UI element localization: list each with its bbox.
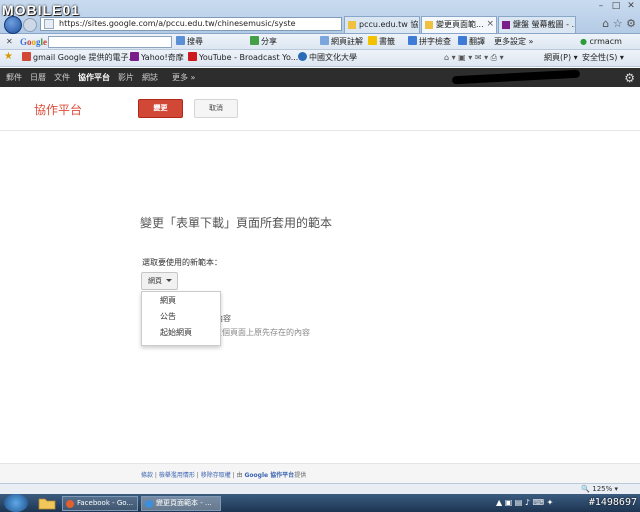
site-header: 協作平台 變更 取消 (0, 87, 640, 131)
tab-label: pccu.edu.tw 協... (359, 20, 420, 29)
toolbar-more-settings[interactable]: 更多設定 » (494, 36, 533, 48)
home-icon[interactable]: ⌂ ☆ ⚙ (602, 17, 636, 30)
change-button[interactable]: 變更 (138, 99, 183, 118)
spellcheck-icon (408, 36, 417, 45)
footer-powered-suffix: 提供 (294, 472, 307, 479)
page-icon (425, 21, 433, 29)
safety-menu[interactable]: 安全性(S) ▾ (582, 52, 624, 64)
toolbar-translate-button[interactable]: 翻譯 (458, 36, 485, 48)
page-icon (348, 21, 356, 29)
favorites-bar: ★ gmail Google 提供的電子... Yahoo!奇摩 YouTube… (0, 50, 640, 67)
tab-label: 鍵盤 螢幕截圖 - ... (513, 20, 576, 29)
system-tray: ▲ ▣ ▤ ♪ ⌨ ✦ (496, 498, 554, 507)
taskbar-ie[interactable]: 變更頁面範本 - ... (141, 496, 221, 511)
tab-keyboard[interactable]: 鍵盤 螢幕截圖 - ... (498, 16, 576, 33)
youtube-icon (188, 52, 197, 61)
start-button[interactable] (4, 494, 28, 512)
google-logo: Google (20, 37, 48, 47)
toolbar-search-input[interactable] (48, 36, 172, 48)
back-button[interactable] (4, 16, 22, 34)
folder-icon[interactable] (38, 496, 58, 511)
ie-icon (298, 52, 307, 61)
close-toolbar-icon[interactable]: ✕ (6, 36, 13, 48)
taskbar-task-label: 變更頁面範本 - ... (156, 499, 212, 507)
dropdown-option-start-page[interactable]: 起始網頁 (142, 325, 220, 341)
gbar-mail[interactable]: 郵件 (6, 72, 22, 83)
footer-terms-link[interactable]: 條款 (141, 472, 153, 479)
tab-label: 變更頁面範... (436, 20, 484, 29)
template-dropdown-menu: 網頁 公告 起始網頁 (141, 291, 221, 346)
minimize-icon[interactable]: – (594, 0, 608, 12)
close-icon[interactable]: × (486, 17, 494, 32)
forward-button[interactable] (23, 18, 37, 32)
toolbar-bookmarks-button[interactable]: 書籤 (368, 36, 395, 48)
footer-links: 條款 | 檢舉濫用情形 | 移除存取權 | 由 Google 協作平台提供 (141, 472, 307, 479)
template-select[interactable]: 網頁 (141, 272, 178, 290)
google-toolbar: ✕ Google 搜尋 分享 網頁註解 書籤 拼字檢查 翻譯 更多設定 » ● … (0, 34, 640, 50)
firefox-icon (66, 500, 74, 508)
toolbar-notes-button[interactable]: 網頁註解 (320, 36, 363, 48)
address-text: https://sites.google.com/a/pccu.edu.tw/c… (59, 19, 296, 28)
cancel-button[interactable]: 取消 (194, 99, 238, 118)
address-bar[interactable]: https://sites.google.com/a/pccu.edu.tw/c… (40, 17, 342, 31)
page-footer: 條款 | 檢舉濫用情形 | 移除存取權 | 由 Google 協作平台提供 (0, 463, 640, 483)
close-window-icon[interactable]: ✕ (624, 0, 638, 12)
toolbar-share-button[interactable]: 分享 (250, 36, 277, 48)
gbar-calendar[interactable]: 日曆 (30, 72, 46, 83)
dropdown-option-webpage[interactable]: 網頁 (142, 293, 220, 309)
tab-pccu[interactable]: pccu.edu.tw 協... (344, 16, 420, 33)
chevron-down-icon (166, 279, 172, 282)
google-bar: 郵件 日曆 文件 協作平台 影片 網誌 更多 » ⚙ (0, 68, 640, 87)
taskbar-facebook[interactable]: Facebook - Go... (62, 496, 138, 511)
gmail-icon (22, 52, 31, 61)
window-controls: – □ ✕ (593, 0, 638, 14)
favorite-yahoo[interactable]: Yahoo!奇摩 (130, 52, 184, 64)
footer-abuse-link[interactable]: 檢舉濫用情形 (159, 472, 195, 479)
footer-powered-prefix: 由 (236, 472, 245, 479)
footer-remove-access-link[interactable]: 移除存取權 (201, 472, 231, 479)
browser-titlebar: MOBILE01 https://sites.google.com/a/pccu… (0, 0, 640, 34)
favorite-youtube[interactable]: YouTube - Broadcast Yo... (188, 52, 298, 64)
maximize-icon[interactable]: □ (609, 0, 623, 12)
star-icon (368, 36, 377, 45)
hidden-option-desc: 這個頁面上原先存在的內容 (214, 328, 310, 337)
dropdown-option-announcement[interactable]: 公告 (142, 309, 220, 325)
favorites-star-icon[interactable]: ★ (4, 51, 13, 63)
page-menu[interactable]: 網頁(P) ▾ (544, 52, 578, 64)
page-icon (44, 19, 54, 29)
yahoo-icon (502, 21, 510, 29)
template-select-label: 選取要使用的新範本： (142, 258, 222, 267)
favorite-gmail[interactable]: gmail Google 提供的電子... (22, 52, 136, 64)
site-title[interactable]: 協作平台 (34, 101, 82, 118)
tab-change-template[interactable]: 變更頁面範... × (421, 16, 497, 33)
template-select-value: 網頁 (148, 277, 162, 285)
footer-sites-link[interactable]: Google 協作平台 (245, 472, 295, 479)
gear-icon[interactable]: ⚙ (624, 71, 635, 85)
share-icon (250, 36, 259, 45)
toolbar-search-button[interactable]: 搜尋 (176, 36, 203, 48)
yahoo-icon (130, 52, 139, 61)
search-icon (176, 36, 185, 45)
home-page-icon[interactable]: ⌂ ▾ ▣ ▾ ✉ ▾ ⎙ ▾ (444, 52, 504, 64)
page-heading: 變更「表單下載」頁面所套用的範本 (140, 216, 333, 230)
favorite-pccu[interactable]: 中國文化大學 (298, 52, 357, 64)
notes-icon (320, 36, 329, 45)
gbar-blog[interactable]: 網誌 (142, 72, 158, 83)
watermark-id: #1498697 (588, 497, 637, 508)
gbar-video[interactable]: 影片 (118, 72, 134, 83)
toolbar-user[interactable]: ● crmacm (580, 36, 622, 48)
status-bar: 🔍 125% ▾ (0, 483, 640, 494)
taskbar: Facebook - Go... 變更頁面範本 - ... ▲ ▣ ▤ ♪ ⌨ … (0, 494, 640, 512)
gbar-sites[interactable]: 協作平台 (78, 72, 110, 83)
ie-icon (145, 500, 153, 508)
taskbar-task-label: Facebook - Go... (77, 499, 134, 507)
zoom-level[interactable]: 🔍 125% ▾ (581, 485, 618, 493)
gbar-more[interactable]: 更多 » (172, 72, 195, 83)
toolbar-spellcheck-button[interactable]: 拼字檢查 (408, 36, 451, 48)
gbar-docs[interactable]: 文件 (54, 72, 70, 83)
redacted-account (451, 69, 581, 85)
translate-icon (458, 36, 467, 45)
